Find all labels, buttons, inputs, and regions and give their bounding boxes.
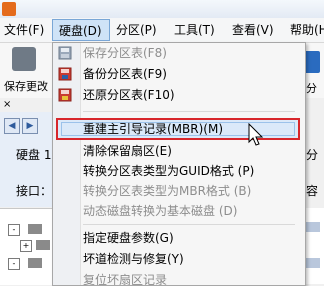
specify-disk-parameters-item[interactable]: 指定硬盘参数(G) [83, 228, 174, 248]
app-logo-icon [2, 2, 16, 16]
disk-drive-icon[interactable] [28, 258, 42, 268]
right-interface-text: 容 [306, 184, 319, 198]
right-disk-text: 分 [306, 148, 319, 162]
title-bar [0, 0, 324, 18]
save-partition-table-item[interactable]: 保存分区表(F8) [83, 43, 167, 63]
partition-icon[interactable] [36, 240, 50, 250]
convert-to-guid-item[interactable]: 转换分区表类型为GUID格式 (P) [83, 161, 254, 181]
save-changes-button[interactable]: 保存更改 [4, 78, 48, 94]
clear-reserved-sectors-item[interactable]: 清除保留扇区(E) [83, 141, 172, 161]
restore-partition-table-item[interactable]: 还原分区表(F10) [83, 85, 175, 105]
menu-separator [83, 224, 295, 225]
menu-view[interactable]: 查看(V) [226, 19, 284, 41]
menu-disk[interactable]: 硬盘(D) [52, 19, 110, 41]
restore-partition-table-icon [58, 88, 72, 102]
menu-file[interactable]: 文件(F) [0, 19, 52, 41]
tree-expand-icon[interactable]: + [20, 240, 32, 252]
menu-tools[interactable]: 工具(T) [168, 19, 226, 41]
convert-to-mbr-item[interactable]: 转换分区表类型为MBR格式 (B) [83, 181, 251, 201]
save-partition-table-icon [58, 46, 72, 60]
tree-expand-icon[interactable]: - [8, 258, 20, 270]
backup-partition-table-icon [58, 67, 72, 81]
menu-partition[interactable]: 分区(P) [110, 19, 168, 41]
menu-separator [83, 111, 295, 112]
rebuild-mbr-item[interactable]: 重建主引导记录(MBR)(M) [83, 119, 223, 139]
mouse-cursor-icon [248, 123, 264, 146]
next-disk-icon[interactable]: ▶ [22, 118, 38, 134]
partition-tool-label[interactable]: 分 [306, 80, 317, 96]
menu-help[interactable]: 帮助(H) [284, 19, 324, 41]
dynamic-to-basic-item[interactable]: 动态磁盘转换为基本磁盘 (D) [83, 201, 237, 221]
save-changes-icon[interactable] [12, 47, 36, 71]
menu-bar: 文件(F) 硬盘(D) 分区(P) 工具(T) 查看(V) 帮助(H) [0, 18, 324, 43]
disk-dropdown-menu: 保存分区表(F8) 备份分区表(F9) 还原分区表(F10) 重建主引导记录(M… [52, 42, 306, 286]
close-panel-icon[interactable]: × [3, 99, 11, 110]
bad-sector-check-item[interactable]: 坏道检测与修复(Y) [83, 249, 184, 269]
previous-disk-icon[interactable]: ◀ [4, 118, 20, 134]
disk-label: 硬盘 1 [16, 148, 52, 162]
disk-drive-icon[interactable] [28, 224, 42, 234]
tree-expand-icon[interactable]: - [8, 224, 20, 236]
backup-partition-table-item[interactable]: 备份分区表(F9) [83, 64, 167, 84]
